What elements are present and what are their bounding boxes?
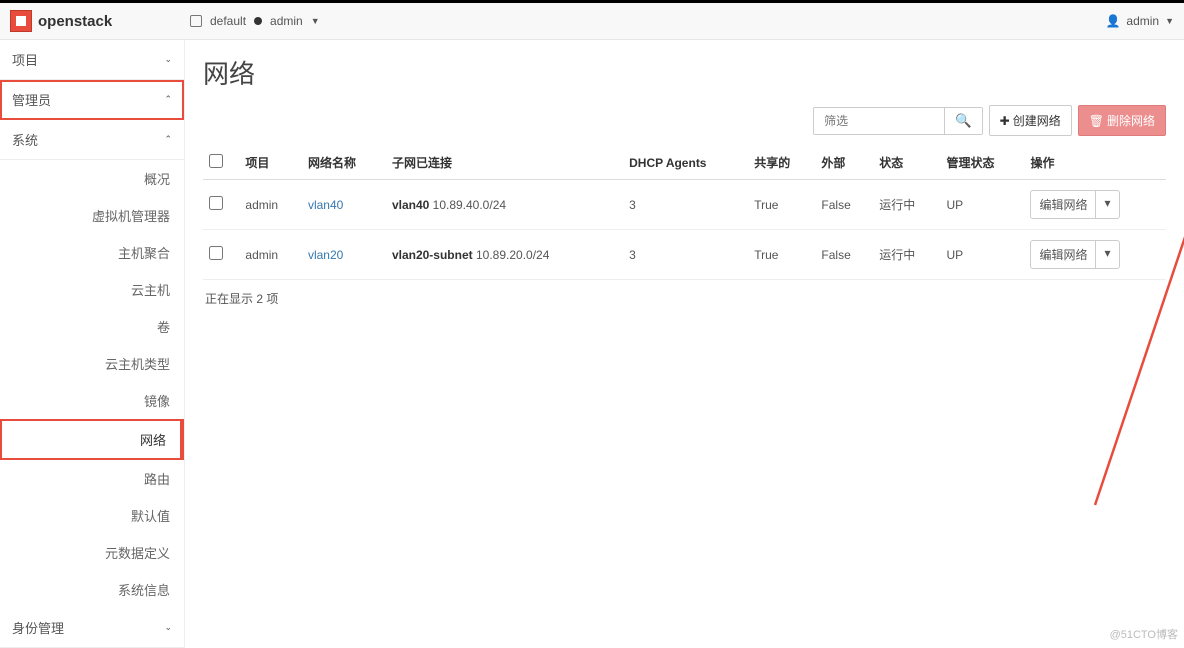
context-switcher[interactable]: default admin ▼ <box>190 14 320 28</box>
col-project[interactable]: 项目 <box>239 146 302 180</box>
caret-down-icon: ▼ <box>311 16 320 26</box>
select-all-checkbox[interactable] <box>209 154 223 168</box>
sidebar-item-sysinfo[interactable]: 系统信息 <box>0 571 184 608</box>
cell-status: 运行中 <box>873 230 940 280</box>
cell-external: False <box>815 230 873 280</box>
col-name[interactable]: 网络名称 <box>302 146 386 180</box>
toolbar: 🔍 ✚ 创建网络 🗑 删除网络 <box>203 105 1166 136</box>
cell-shared: True <box>748 180 815 230</box>
sidebar-group-label: 系统 <box>12 130 38 149</box>
user-menu[interactable]: 👤 admin ▼ <box>1105 14 1174 28</box>
domain-icon <box>190 15 202 27</box>
cell-subnet: vlan20-subnet 10.89.20.0/24 <box>386 230 623 280</box>
cell-adminstate: UP <box>940 180 1024 230</box>
filter-input[interactable] <box>814 108 944 134</box>
row-count-label: 正在显示 2 项 <box>203 280 1166 317</box>
delete-network-button[interactable]: 🗑 删除网络 <box>1078 105 1166 136</box>
table-row: admin vlan20 vlan20-subnet 10.89.20.0/24… <box>203 230 1166 280</box>
action-label: 编辑网络 <box>1031 241 1095 268</box>
col-status[interactable]: 状态 <box>873 146 940 180</box>
sidebar-group-project[interactable]: 项目 ⌄ <box>0 40 184 80</box>
row-action-button[interactable]: 编辑网络▾ <box>1030 190 1119 219</box>
col-shared[interactable]: 共享的 <box>748 146 815 180</box>
top-bar: openstack default admin ▼ 👤 admin ▼ <box>0 0 1184 40</box>
chevron-up-icon: ⌃ <box>164 94 172 105</box>
subnet-cidr: 10.89.20.0/24 <box>476 248 549 262</box>
filter-box: 🔍 <box>813 107 983 135</box>
chevron-up-icon: ⌃ <box>164 134 172 145</box>
action-label: 编辑网络 <box>1031 191 1095 218</box>
sidebar-group-admin[interactable]: 管理员 ⌃ <box>0 80 184 120</box>
sidebar-group-label: 管理员 <box>12 90 51 109</box>
network-name-link[interactable]: vlan40 <box>308 198 343 212</box>
watermark: @51CTO博客 <box>1110 626 1178 642</box>
sidebar-group-system[interactable]: 系统 ⌃ <box>0 120 184 160</box>
sidebar-item-host-aggregates[interactable]: 主机聚合 <box>0 234 184 271</box>
delete-label: 删除网络 <box>1107 112 1155 129</box>
cell-status: 运行中 <box>873 180 940 230</box>
page-title: 网络 <box>203 54 1166 91</box>
col-external[interactable]: 外部 <box>815 146 873 180</box>
trash-icon: 🗑 <box>1089 114 1104 128</box>
caret-down-icon: ▼ <box>1165 16 1174 26</box>
cell-project: admin <box>239 230 302 280</box>
subnet-name: vlan20-subnet <box>392 248 473 262</box>
sidebar-item-hypervisors[interactable]: 虚拟机管理器 <box>0 197 184 234</box>
row-action-button[interactable]: 编辑网络▾ <box>1030 240 1119 269</box>
subnet-cidr: 10.89.40.0/24 <box>433 198 506 212</box>
search-button[interactable]: 🔍 <box>944 108 982 134</box>
col-adminstate[interactable]: 管理状态 <box>940 146 1024 180</box>
sidebar-group-label: 项目 <box>12 50 38 69</box>
project-label: admin <box>270 14 303 28</box>
content-area: 网络 🔍 ✚ 创建网络 🗑 删除网络 项目 网 <box>185 40 1184 648</box>
create-label: 创建网络 <box>1013 112 1061 129</box>
domain-label: default <box>210 14 246 28</box>
col-dhcp[interactable]: DHCP Agents <box>623 146 748 180</box>
row-checkbox[interactable] <box>209 246 223 260</box>
cell-project: admin <box>239 180 302 230</box>
table-header-row: 项目 网络名称 子网已连接 DHCP Agents 共享的 外部 状态 管理状态… <box>203 146 1166 180</box>
cell-external: False <box>815 180 873 230</box>
cell-subnet: vlan40 10.89.40.0/24 <box>386 180 623 230</box>
sidebar-group-label: 身份管理 <box>12 618 64 637</box>
search-icon: 🔍 <box>955 113 972 128</box>
chevron-down-icon: ⌄ <box>164 54 172 65</box>
table-row: admin vlan40 vlan40 10.89.40.0/24 3 True… <box>203 180 1166 230</box>
sidebar: 项目 ⌄ 管理员 ⌃ 系统 ⌃ 概况 虚拟机管理器 主机聚合 云主机 卷 云主机… <box>0 40 185 648</box>
brand-text: openstack <box>38 13 112 30</box>
cell-dhcp: 3 <box>623 180 748 230</box>
sidebar-item-networks[interactable]: 网络 <box>0 419 184 460</box>
user-icon: 👤 <box>1105 14 1120 28</box>
caret-down-icon[interactable]: ▾ <box>1095 241 1118 268</box>
create-network-button[interactable]: ✚ 创建网络 <box>989 105 1072 136</box>
col-actions: 操作 <box>1024 146 1166 180</box>
sidebar-item-routers[interactable]: 路由 <box>0 460 184 497</box>
plus-icon: ✚ <box>1000 114 1010 128</box>
subnet-name: vlan40 <box>392 198 429 212</box>
logo-block: openstack <box>10 10 190 32</box>
sidebar-item-overview[interactable]: 概况 <box>0 160 184 197</box>
user-label: admin <box>1126 14 1159 28</box>
cell-shared: True <box>748 230 815 280</box>
sidebar-item-instances[interactable]: 云主机 <box>0 271 184 308</box>
col-subnets[interactable]: 子网已连接 <box>386 146 623 180</box>
sidebar-item-flavors[interactable]: 云主机类型 <box>0 345 184 382</box>
sidebar-item-defaults[interactable]: 默认值 <box>0 497 184 534</box>
sidebar-item-images[interactable]: 镜像 <box>0 382 184 419</box>
network-name-link[interactable]: vlan20 <box>308 248 343 262</box>
openstack-logo-icon <box>10 10 32 32</box>
dot-icon <box>254 17 262 25</box>
networks-table: 项目 网络名称 子网已连接 DHCP Agents 共享的 外部 状态 管理状态… <box>203 146 1166 280</box>
cell-dhcp: 3 <box>623 230 748 280</box>
sidebar-item-volumes[interactable]: 卷 <box>0 308 184 345</box>
cell-adminstate: UP <box>940 230 1024 280</box>
sidebar-item-metadata[interactable]: 元数据定义 <box>0 534 184 571</box>
chevron-down-icon: ⌄ <box>164 622 172 633</box>
sidebar-group-identity[interactable]: 身份管理 ⌄ <box>0 608 184 648</box>
caret-down-icon[interactable]: ▾ <box>1095 191 1118 218</box>
row-checkbox[interactable] <box>209 196 223 210</box>
